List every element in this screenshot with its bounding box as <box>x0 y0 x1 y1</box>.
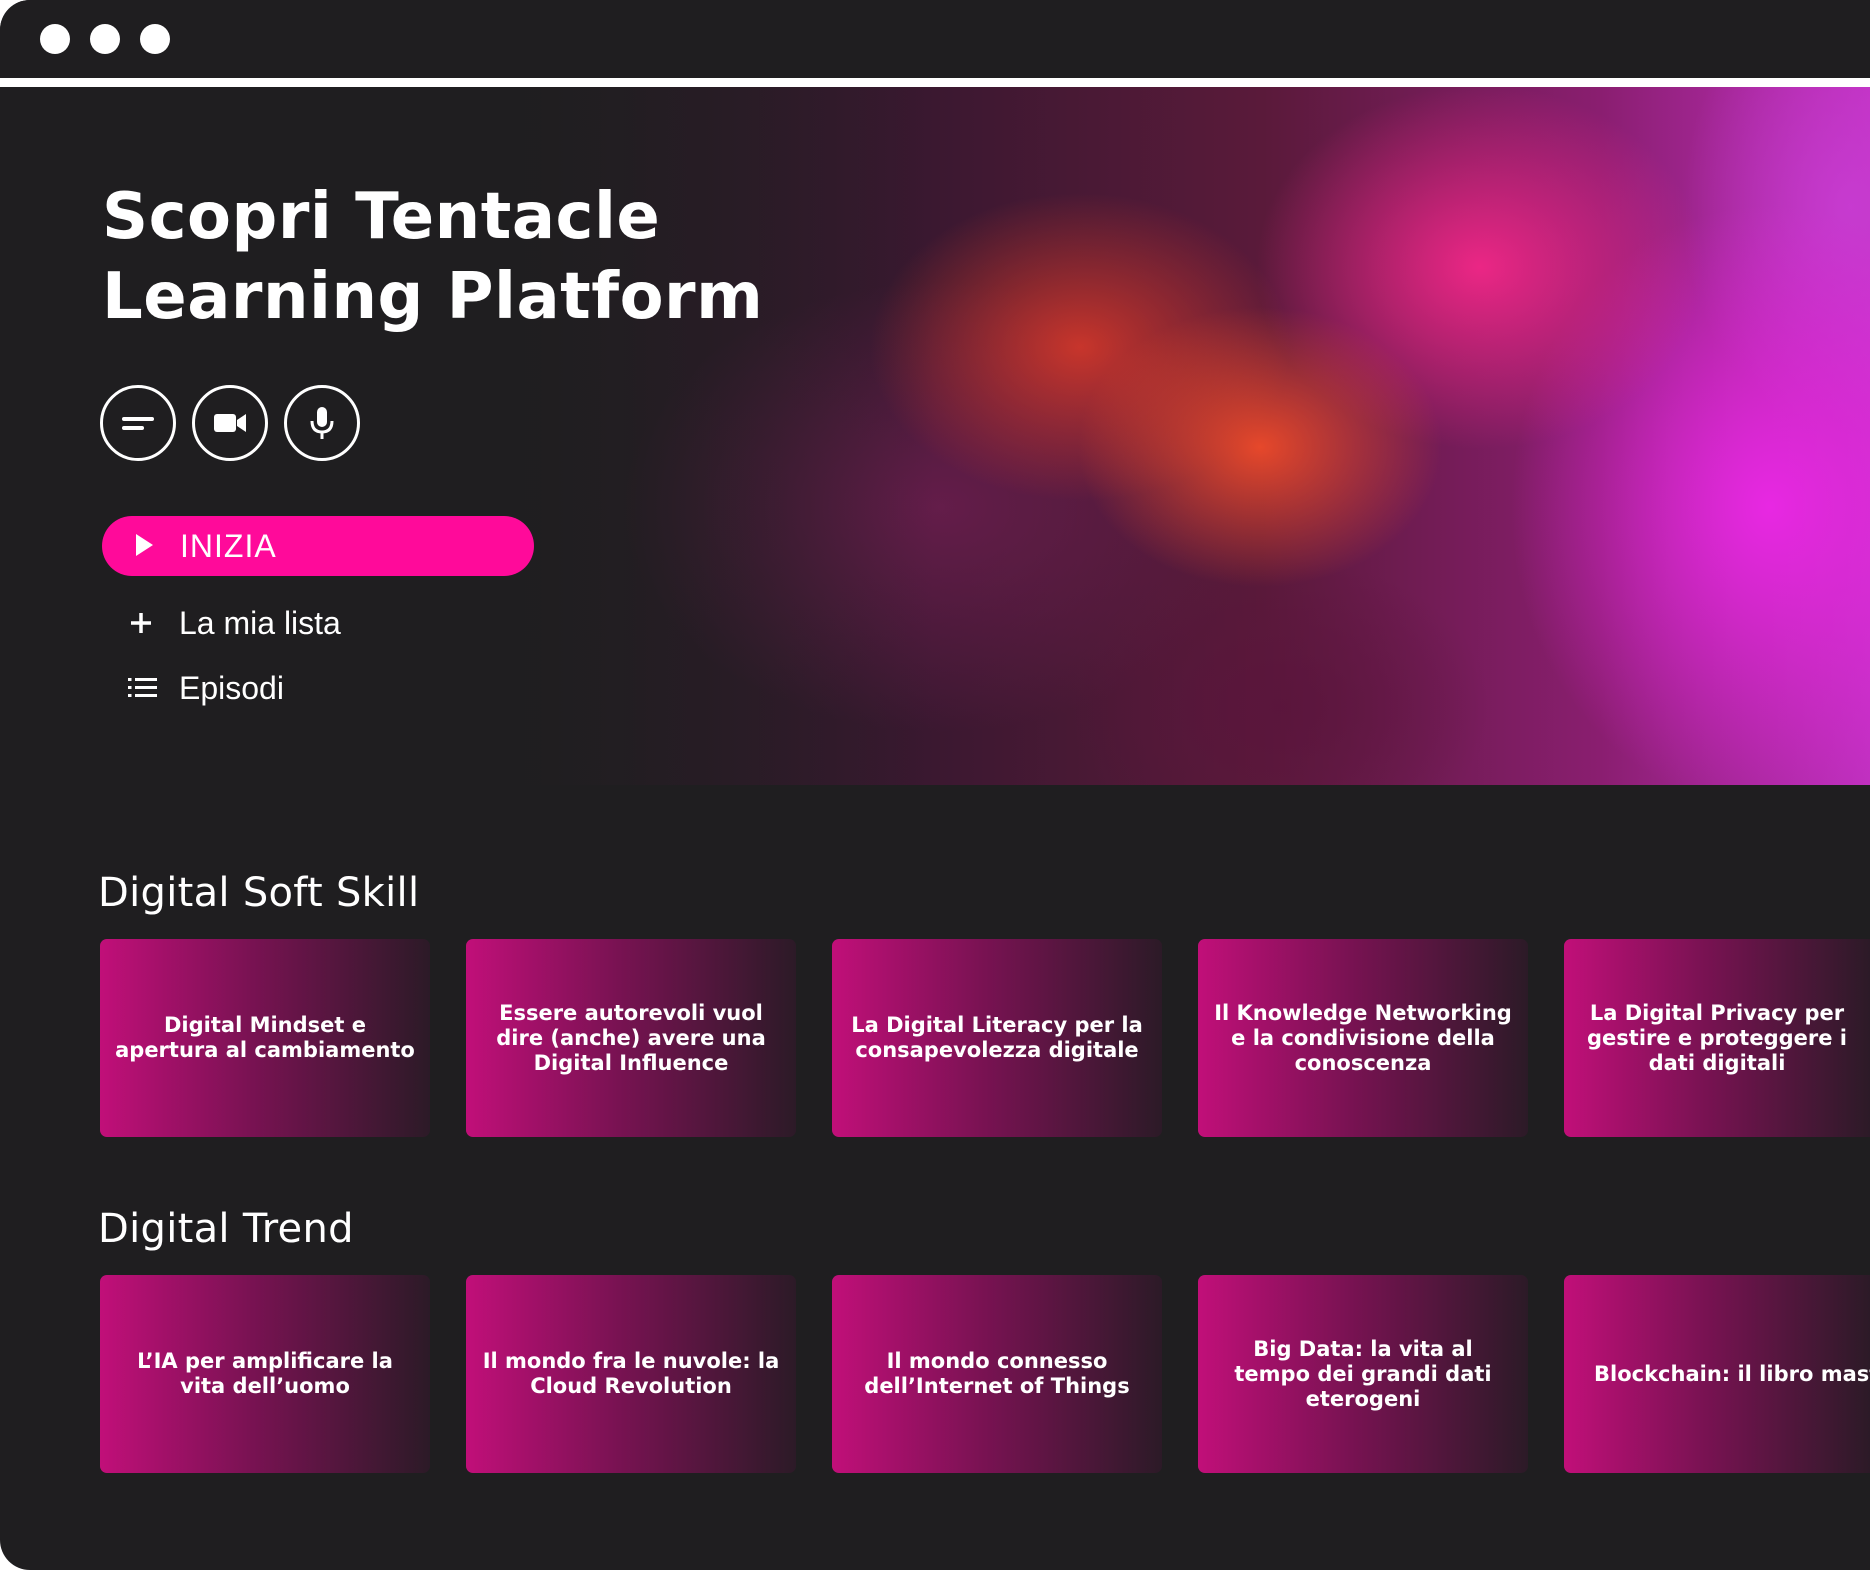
course-card[interactable]: L’IA per amplificare la vita dell’uomo <box>100 1275 430 1473</box>
start-button[interactable]: INIZIA <box>102 516 534 576</box>
text-format-button[interactable] <box>100 385 176 461</box>
course-card[interactable]: Essere autorevoli vuol dire (anche) aver… <box>466 939 796 1137</box>
my-list-button[interactable]: La mia lista <box>122 602 422 646</box>
app-window: Scopri Tentacle Learning Platform INIZIA <box>0 0 1870 1570</box>
course-card[interactable]: La Digital Privacy per gestire e protegg… <box>1564 939 1870 1137</box>
titlebar-divider <box>0 78 1870 87</box>
course-card-title: Il mondo fra le nuvole: la Cloud Revolut… <box>482 1349 780 1398</box>
course-card-title: Essere autorevoli vuol dire (anche) aver… <box>496 1000 766 1075</box>
course-card[interactable]: Big Data: la vita al tempo dei grandi da… <box>1198 1275 1528 1473</box>
window-control-dot[interactable] <box>90 24 120 54</box>
episodes-label: Episodi <box>179 670 284 706</box>
course-card-title: La Digital Literacy per la consapevolezz… <box>851 1013 1143 1062</box>
section-title: Digital Soft Skill <box>98 870 420 916</box>
course-card-title: La Digital Privacy per gestire e protegg… <box>1587 1000 1847 1075</box>
course-card-title: Blockchain: il libro mastro digitale <box>1594 1361 1870 1386</box>
course-card[interactable]: Il mondo fra le nuvole: la Cloud Revolut… <box>466 1275 796 1473</box>
episodes-button[interactable]: Episodi <box>122 667 422 711</box>
video-format-button[interactable] <box>192 385 268 461</box>
audio-format-button[interactable] <box>284 385 360 461</box>
course-card[interactable]: Il Knowledge Networking e la condivision… <box>1198 939 1528 1137</box>
section-title: Digital Trend <box>98 1206 354 1252</box>
video-camera-icon <box>214 414 246 432</box>
course-card-title: Big Data: la vita al tempo dei grandi da… <box>1234 1336 1492 1411</box>
course-card-title: Il Knowledge Networking e la condivision… <box>1214 1000 1512 1075</box>
course-card[interactable]: La Digital Literacy per la consapevolezz… <box>832 939 1162 1137</box>
course-card[interactable]: Il mondo connesso dell’Internet of Thing… <box>832 1275 1162 1473</box>
start-button-label: INIZIA <box>180 528 277 564</box>
window-titlebar <box>0 0 1870 78</box>
window-control-dot[interactable] <box>140 24 170 54</box>
list-icon <box>128 678 157 697</box>
course-card[interactable]: Blockchain: il libro mastro digitale <box>1564 1275 1870 1473</box>
course-card-title: Digital Mindset e apertura al cambiament… <box>115 1013 415 1062</box>
course-card[interactable]: Digital Mindset e apertura al cambiament… <box>100 939 430 1137</box>
my-list-label: La mia lista <box>179 605 341 641</box>
play-icon <box>136 534 153 556</box>
course-card-title: L’IA per amplificare la vita dell’uomo <box>137 1349 393 1398</box>
microphone-icon <box>310 407 334 439</box>
window-control-dot[interactable] <box>40 24 70 54</box>
plus-icon <box>131 613 151 633</box>
hero-title: Scopri Tentacle Learning Platform <box>102 180 764 334</box>
hero-banner: Scopri Tentacle Learning Platform INIZIA <box>0 87 1870 785</box>
text-lines-icon <box>122 417 154 430</box>
course-card-title: Il mondo connesso dell’Internet of Thing… <box>864 1349 1130 1398</box>
